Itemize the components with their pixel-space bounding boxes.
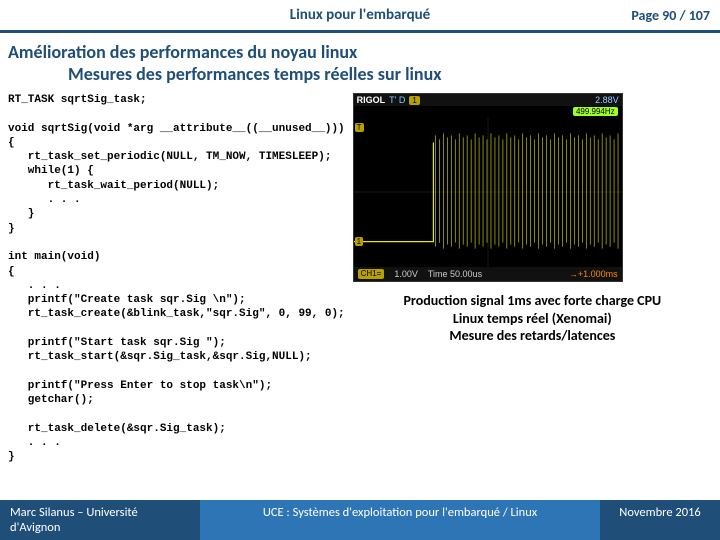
scope-timebase: Time 50.00us bbox=[428, 269, 482, 279]
scope-brand: RIGOL bbox=[357, 95, 386, 105]
scope-ch1-label: CH1= bbox=[358, 269, 385, 279]
scope-ch1-voltage: 1.00V bbox=[394, 269, 418, 279]
header: Linux pour l'embarqué Page 90 / 107 bbox=[0, 0, 720, 33]
scope-ch1-marker: 1 bbox=[355, 237, 363, 246]
scope-frequency: 499.994Hz bbox=[573, 107, 618, 116]
scope-time-offset: →+1.000ms bbox=[569, 269, 618, 279]
scope-waveform: T 1 bbox=[354, 117, 622, 267]
scope-trigger-marker: T bbox=[355, 123, 364, 132]
caption-line-2: Linux temps réel (Xenomai) bbox=[353, 310, 712, 328]
caption-line-1: Production signal 1ms avec forte charge … bbox=[353, 292, 712, 310]
page-number: Page 90 / 107 bbox=[631, 7, 710, 24]
title-line-2: Mesures des performances temps réelles s… bbox=[8, 63, 712, 85]
scope-mode: T' D bbox=[389, 95, 405, 105]
right-column: RIGOL T' D 1 2.88V 499.994Hz T 1 bbox=[353, 93, 712, 465]
scope-subheader: 499.994Hz bbox=[354, 106, 622, 117]
scope-header: RIGOL T' D 1 2.88V bbox=[354, 94, 622, 106]
figure-caption: Production signal 1ms avec forte charge … bbox=[353, 292, 712, 345]
caption-line-3: Mesure des retards/latences bbox=[353, 327, 712, 345]
scope-voltage-reading: 2.88V bbox=[595, 95, 619, 105]
doc-title: Linux pour l'embarqué bbox=[10, 6, 710, 24]
oscilloscope-screenshot: RIGOL T' D 1 2.88V 499.994Hz T 1 bbox=[353, 93, 623, 282]
scope-footer: CH1= 1.00V Time 50.00us →+1.000ms bbox=[354, 267, 622, 281]
footer-course: UCE : Systèmes d'exploitation pour l'emb… bbox=[200, 500, 600, 540]
code-listing: RT_TASK sqrtSig_task; void sqrtSig(void … bbox=[8, 93, 345, 465]
scope-ch-badge: 1 bbox=[409, 96, 419, 105]
title-line-1: Amélioration des performances du noyau l… bbox=[8, 41, 712, 63]
footer: Marc Silanus – Université d'Avignon UCE … bbox=[0, 500, 720, 540]
waveform-svg bbox=[354, 117, 622, 267]
footer-date: Novembre 2016 bbox=[600, 500, 720, 540]
footer-author: Marc Silanus – Université d'Avignon bbox=[0, 500, 200, 540]
section-titles: Amélioration des performances du noyau l… bbox=[0, 33, 720, 89]
